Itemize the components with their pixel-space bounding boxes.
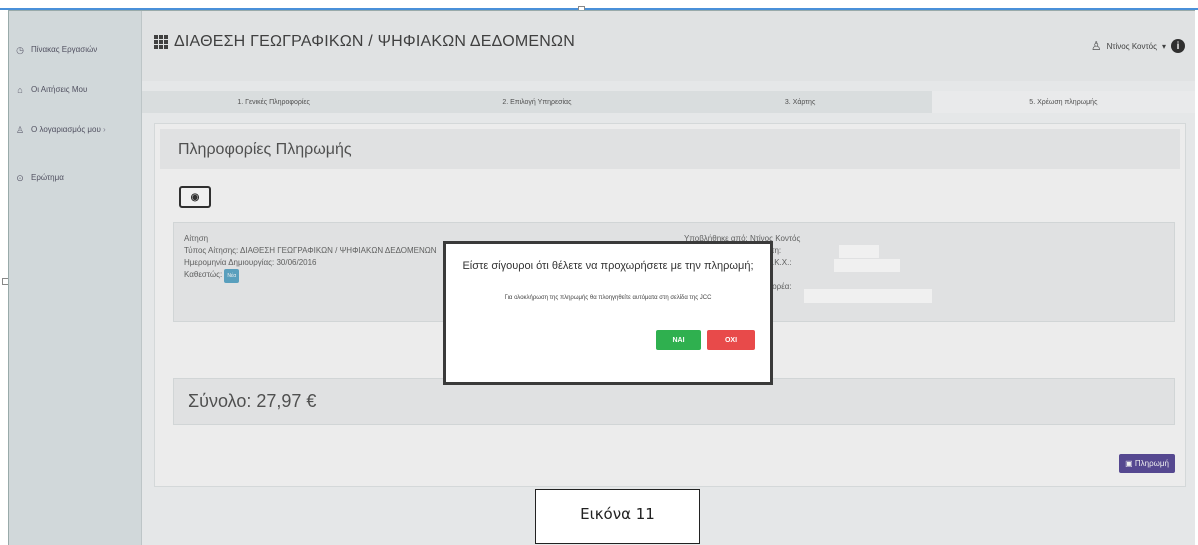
no-button[interactable]: ΟΧΙ (707, 330, 755, 350)
app-frame: ◷ Πίνακας Εργασιών ⌂ Οι Αιτήσεις Μου ♙ Ο… (8, 10, 1195, 545)
dialog-message: Για ολοκλήρωση της πληρωμής θα πλοηγηθεί… (504, 295, 712, 301)
confirm-payment-dialog: Είστε σίγουροι ότι θέλετε να προχωρήσετε… (443, 241, 773, 385)
dialog-title: Είστε σίγουροι ότι θέλετε να προχωρήσετε… (462, 260, 754, 272)
figure-caption: Εικόνα 11 (535, 489, 700, 544)
yes-button[interactable]: ΝΑΙ (656, 330, 701, 350)
